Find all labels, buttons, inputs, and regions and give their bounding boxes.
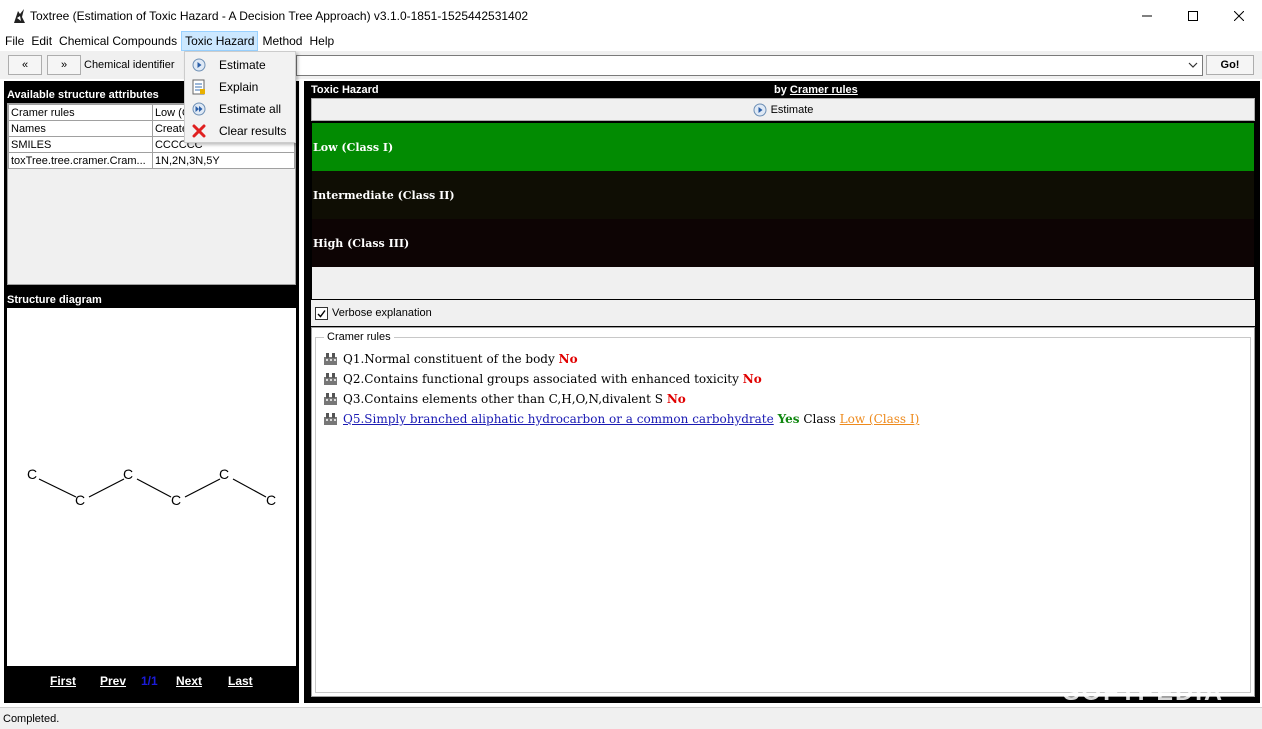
rule-answer: No — [666, 392, 686, 406]
dropdown-estimate[interactable]: Estimate — [185, 54, 295, 76]
estimate-play-icon — [753, 103, 767, 116]
dropdown-estimate-all-label: Estimate all — [219, 102, 282, 116]
menu-bar: File Edit Chemical Compounds Toxic Hazar… — [0, 31, 1262, 51]
chevron-down-icon — [1188, 62, 1198, 68]
menu-method[interactable]: Method — [259, 31, 305, 51]
status-text: Completed. — [3, 713, 60, 725]
rule-line-q1: Q1.Normal constituent of the body No — [324, 352, 578, 366]
atom-label: C — [27, 466, 37, 482]
attr-key: Names — [8, 120, 153, 137]
close-icon — [1234, 10, 1244, 21]
rule-node-icon — [324, 393, 337, 405]
verbose-bar: Verbose explanation — [311, 300, 1255, 326]
rule-node-icon — [324, 373, 337, 385]
estimate-button-label: Estimate — [770, 103, 814, 116]
class-low-row[interactable]: Low (Class I) — [312, 123, 1254, 171]
next-compound-button[interactable]: » — [47, 55, 81, 75]
minimize-button[interactable] — [1124, 0, 1170, 31]
atom-label: C — [266, 492, 276, 508]
rule-question-link[interactable]: Q5.Simply branched aliphatic hydrocarbon… — [343, 412, 774, 426]
rule-answer: No — [742, 372, 762, 386]
menu-chemical-compounds[interactable]: Chemical Compounds — [56, 31, 180, 51]
menu-toxic-hazard[interactable]: Toxic Hazard — [181, 31, 259, 51]
atom-label: C — [75, 492, 85, 508]
atom-label: C — [219, 466, 229, 482]
attr-key: Cramer rules — [8, 104, 153, 121]
pager-first-link[interactable]: First — [50, 674, 76, 688]
minimize-icon — [1142, 15, 1152, 16]
menu-edit[interactable]: Edit — [28, 31, 55, 51]
dropdown-explain-label: Explain — [219, 80, 259, 94]
rule-class-label: Class — [803, 412, 836, 426]
maximize-button[interactable] — [1170, 0, 1216, 31]
verbose-checkbox[interactable] — [315, 306, 328, 320]
attributes-header: Available structure attributes — [7, 89, 159, 101]
attr-value: 1N,2N,3N,5Y — [151, 152, 296, 169]
rule-answer: Yes — [777, 412, 800, 426]
dropdown-explain[interactable]: Explain — [185, 76, 295, 98]
go-button[interactable]: Go! — [1206, 55, 1254, 75]
pager: First Prev 1/1 Next Last — [4, 674, 299, 690]
class-intermediate-row[interactable]: Intermediate (Class II) — [312, 171, 1254, 219]
pager-last-link[interactable]: Last — [228, 674, 253, 688]
window-title: Toxtree (Estimation of Toxic Hazard - A … — [30, 8, 529, 23]
fast-forward-icon — [191, 101, 207, 117]
clear-x-icon — [191, 123, 207, 139]
close-button[interactable] — [1216, 0, 1262, 31]
rule-question: Q2.Contains functional groups associated… — [343, 372, 739, 386]
explanation-area: Cramer rules Q1.Normal constituent of th… — [311, 327, 1255, 697]
rule-line-q5: Q5.Simply branched aliphatic hydrocarbon… — [324, 412, 919, 426]
atom-label: C — [171, 492, 181, 508]
app-logo-icon — [12, 8, 26, 24]
pager-next-link[interactable]: Next — [176, 674, 202, 688]
chemical-identifier-label: Chemical identifier — [84, 59, 175, 71]
rule-line-q3: Q3.Contains elements other than C,H,O,N,… — [324, 392, 686, 406]
estimate-play-icon — [191, 57, 207, 73]
explanation-fieldset: Cramer rules Q1.Normal constituent of th… — [315, 331, 1251, 693]
dropdown-estimate-label: Estimate — [219, 58, 266, 72]
table-row[interactable]: toxTree.tree.cramer.Cram... 1N,2N,3N,5Y — [8, 152, 296, 169]
rule-answer: No — [558, 352, 578, 366]
attr-key: toxTree.tree.cramer.Cram... — [8, 152, 153, 169]
toxic-hazard-title: Toxic Hazard — [311, 84, 379, 96]
estimate-button[interactable]: Estimate — [311, 98, 1255, 121]
verbose-label: Verbose explanation — [332, 307, 432, 319]
dropdown-clear-results[interactable]: Clear results — [185, 120, 295, 142]
rule-question: Q1.Normal constituent of the body — [343, 352, 555, 366]
atom-label: C — [123, 466, 133, 482]
title-bar: Toxtree (Estimation of Toxic Hazard - A … — [0, 0, 1262, 31]
maximize-icon — [1188, 10, 1198, 21]
menu-file[interactable]: File — [2, 31, 27, 51]
explanation-legend: Cramer rules — [324, 331, 394, 343]
status-bar: Completed. — [0, 707, 1262, 729]
checkmark-icon — [317, 309, 326, 318]
left-panel: Available structure attributes Cramer ru… — [4, 81, 299, 703]
previous-compound-button[interactable]: « — [8, 55, 42, 75]
method-link[interactable]: Cramer rules — [790, 84, 858, 96]
rule-node-icon — [324, 353, 337, 365]
molecule-drawing: C C C C C C — [27, 466, 276, 508]
structure-diagram-header: Structure diagram — [7, 294, 102, 306]
by-label: by — [774, 84, 787, 96]
pager-current: 1/1 — [141, 674, 158, 688]
dropdown-clear-results-label: Clear results — [219, 124, 287, 138]
right-panel: Toxic Hazard by Cramer rules Estimate Lo… — [304, 81, 1260, 703]
rule-result-link[interactable]: Low (Class I) — [840, 412, 920, 426]
class-high-row[interactable]: High (Class III) — [312, 219, 1254, 267]
pager-prev-link[interactable]: Prev — [100, 674, 126, 688]
toxic-hazard-dropdown: Estimate Explain Estimate all Clear resu… — [184, 51, 296, 143]
structure-diagram: C C C C C C — [7, 308, 296, 666]
explain-document-icon — [191, 79, 207, 95]
rule-node-icon — [324, 413, 337, 425]
chemical-identifier-combo[interactable] — [296, 55, 1203, 76]
rule-line-q2: Q2.Contains functional groups associated… — [324, 372, 762, 386]
method-caption: by Cramer rules — [774, 84, 858, 96]
class-list-empty-area — [312, 267, 1254, 299]
dropdown-estimate-all[interactable]: Estimate all — [185, 98, 295, 120]
attr-key: SMILES — [8, 136, 153, 153]
rule-question: Q3.Contains elements other than C,H,O,N,… — [343, 392, 663, 406]
watermark: SOFTPEDIA — [1063, 678, 1225, 706]
menu-help[interactable]: Help — [306, 31, 337, 51]
